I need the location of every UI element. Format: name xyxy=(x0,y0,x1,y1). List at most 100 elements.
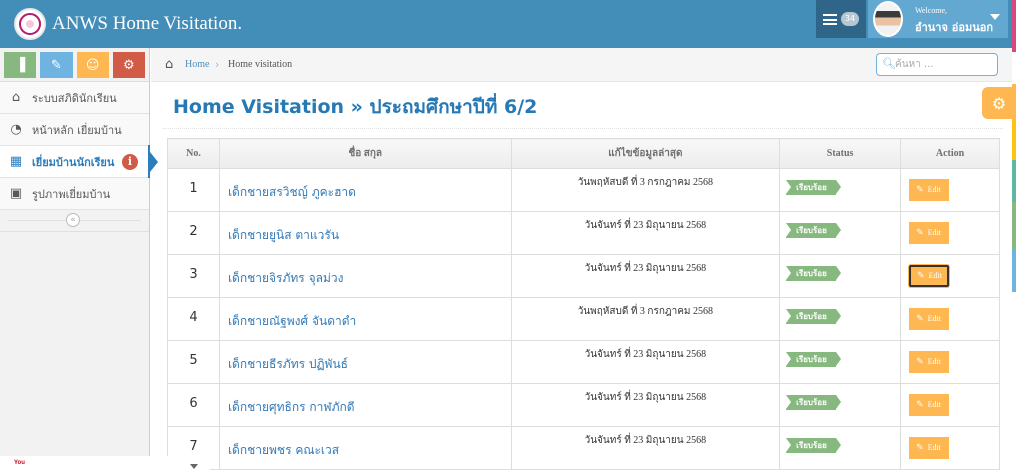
table-row: 1 เด็กชายสรวิชญ์ ภูคะฮาด วันพฤหัสบดี ที่… xyxy=(167,168,1000,212)
sidebar-item-student-system[interactable]: ⌂ ระบบสภิดินักเรียน xyxy=(0,82,149,114)
student-name-link[interactable]: เด็กชายยูนิส ตาแวรัน xyxy=(218,211,512,255)
last-updated: วันจันทร์ ที่ 23 มิถุนายน 2568 xyxy=(510,254,781,298)
status-badge: เรียบร้อย xyxy=(786,266,841,281)
edit-label: Edit xyxy=(928,271,942,280)
edit-button[interactable]: ✎ Edit xyxy=(909,350,950,373)
student-name-link[interactable]: เด็กชายสรวิชญ์ ภูคะฮาด xyxy=(218,168,512,212)
brand-title: ANWS Home Visitation. xyxy=(52,13,243,34)
edit-button[interactable]: ✎ Edit xyxy=(909,178,950,201)
gear-icon: ⚙ xyxy=(991,93,1007,113)
breadcrumb: ⌂ Home › Home visitation 🔍︎ xyxy=(151,48,1012,82)
last-updated: วันจันทร์ ที่ 23 มิถุนายน 2568 xyxy=(510,340,781,384)
student-name-link[interactable]: เด็กชายศุทธิกร กาฬภักดี xyxy=(218,383,512,427)
brand[interactable]: ANWS Home Visitation. xyxy=(14,8,242,40)
page-header-divider xyxy=(163,128,1003,129)
breadcrumb-current: Home visitation xyxy=(228,59,293,70)
edit-button[interactable]: ✎ Edit xyxy=(909,393,950,416)
shortcut-stats-button[interactable]: ▐ xyxy=(4,52,37,78)
student-name-link[interactable]: เด็กชายจิรภัทร จุลม่วง xyxy=(218,254,512,298)
row-number: 5 xyxy=(167,340,220,384)
pencil-icon: ✎ xyxy=(916,184,924,194)
search-icon: 🔍︎ xyxy=(882,57,896,70)
table-row: 2 เด็กชายยูนิส ตาแวรัน วันจันทร์ ที่ 23 … xyxy=(167,211,1000,255)
pencil-icon: ✎ xyxy=(916,442,924,452)
student-name-link[interactable]: เด็กชายณัฐพงศ์ จันดาดำ xyxy=(218,297,512,341)
sidebar-shortcuts: ▐ ✎ ☺ ⚙ xyxy=(0,48,149,82)
sidebar-item-label: หน้าหลัก เยี่ยมบ้าน xyxy=(32,123,122,137)
column-header-name[interactable]: ชื่อ สกุล xyxy=(218,138,512,169)
sidebar-item-photos[interactable]: ▣ รูปภาพเยี่ยมบ้าน xyxy=(0,178,149,210)
sidebar-item-home-visit[interactable]: ▦ เยี่ยมบ้านนักเรียน i xyxy=(0,145,158,178)
row-number: 2 xyxy=(167,211,220,255)
edit-label: Edit xyxy=(927,443,941,452)
info-badge-icon: i xyxy=(122,154,138,170)
edge-strip xyxy=(1012,118,1016,160)
column-header-action[interactable]: Action xyxy=(900,138,1000,169)
last-updated: วันพฤหัสบดี ที่ 3 กรกฎาคม 2568 xyxy=(510,297,781,341)
calendar-icon: ▦ xyxy=(9,154,23,169)
page-title: Home Visitation » ประถมศึกษาปีที่ 6/2 xyxy=(173,96,538,118)
sidebar-item-label: เยี่ยมบ้านนักเรียน xyxy=(32,155,115,169)
table-row: 7 เด็กชายพชร คณะเวส วันจันทร์ ที่ 23 มิถ… xyxy=(167,426,1000,470)
student-name-link[interactable]: เด็กชายพชร คณะเวส xyxy=(218,426,512,470)
column-header-updated[interactable]: แก้ไขข้อมูลล่าสุด xyxy=(510,138,781,169)
edit-button[interactable]: ✎ Edit xyxy=(909,221,950,244)
table-row: 6 เด็กชายศุทธิกร กาฬภักดี วันจันทร์ ที่ … xyxy=(167,383,1000,427)
edit-button[interactable]: ✎ Edit xyxy=(909,307,950,330)
last-updated: วันจันทร์ ที่ 23 มิถุนายน 2568 xyxy=(510,211,781,255)
column-header-no[interactable]: No. xyxy=(167,138,220,169)
pencil-icon: ✎ xyxy=(916,313,924,323)
shortcut-users-button[interactable]: ☺ xyxy=(76,52,109,78)
table-row: 3 เด็กชายจิรภัทร จุลม่วง วันจันทร์ ที่ 2… xyxy=(167,254,1000,298)
pencil-icon: ✎ xyxy=(917,270,925,280)
edit-button[interactable]: ✎ Edit xyxy=(909,264,950,287)
collapse-sidebar-icon[interactable]: « xyxy=(66,213,80,227)
status-badge: เรียบร้อย xyxy=(786,223,841,238)
table-row: 4 เด็กชายณัฐพงศ์ จันดาดำ วันพฤหัสบดี ที่… xyxy=(167,297,1000,341)
sidebar-item-dashboard[interactable]: ◔ หน้าหลัก เยี่ยมบ้าน xyxy=(0,114,149,146)
home-visit-table: No. ชื่อ สกุล แก้ไขข้อมูลล่าสุด Status A… xyxy=(167,138,1000,470)
shortcut-edit-button[interactable]: ✎ xyxy=(40,52,73,78)
student-name-link[interactable]: เด็กชายธีรภัทร ปฏิพันธ์ xyxy=(218,340,512,384)
caret-down-icon[interactable] xyxy=(190,464,198,469)
active-arrow-icon xyxy=(150,152,158,172)
home-icon: ⌂ xyxy=(165,57,174,72)
breadcrumb-separator-icon: › xyxy=(215,58,220,71)
column-header-status[interactable]: Status xyxy=(779,138,902,169)
search-box[interactable]: 🔍︎ xyxy=(876,53,998,76)
caret-down-icon xyxy=(990,14,1000,20)
row-number: 6 xyxy=(167,383,220,427)
row-number: 4 xyxy=(167,297,220,341)
sidebar-item-label: ระบบสภิดินักเรียน xyxy=(32,91,117,105)
sidebar-collapse-row: « xyxy=(0,210,149,232)
search-input[interactable] xyxy=(895,56,991,73)
user-menu[interactable]: Welcome, อำนาจ อ่อมนอก xyxy=(868,0,1008,38)
row-number: 1 xyxy=(167,168,220,212)
ace-settings-button[interactable]: ⚙ xyxy=(982,87,1016,119)
status-badge: เรียบร้อย xyxy=(786,309,841,324)
edit-label: Edit xyxy=(927,314,941,323)
shortcut-settings-button[interactable]: ⚙ xyxy=(112,52,145,78)
messages-button[interactable]: 34 xyxy=(816,0,866,38)
school-logo-icon xyxy=(14,8,46,40)
status-badge: เรียบร้อย xyxy=(786,395,841,410)
edge-strip xyxy=(1012,250,1016,292)
pencil-icon: ✎ xyxy=(916,227,924,237)
edit-label: Edit xyxy=(927,357,941,366)
edit-button[interactable]: ✎ Edit xyxy=(909,436,950,459)
pencil-icon: ✎ xyxy=(916,399,924,409)
breadcrumb-home-link[interactable]: Home xyxy=(185,59,209,70)
table-header-row: No. ชื่อ สกุล แก้ไขข้อมูลล่าสุด Status A… xyxy=(167,138,1000,169)
last-updated: วันจันทร์ ที่ 23 มิถุนายน 2568 xyxy=(510,426,781,470)
edit-label: Edit xyxy=(927,400,941,409)
youtube-logo[interactable]: You xyxy=(14,460,25,466)
cogs-icon: ⚙ xyxy=(123,57,135,73)
home-icon: ⌂ xyxy=(11,90,21,105)
users-icon: ☺ xyxy=(85,57,100,73)
last-updated: วันพฤหัสบดี ที่ 3 กรกฎาคม 2568 xyxy=(510,168,781,212)
status-badge: เรียบร้อย xyxy=(786,438,841,453)
edit-label: Edit xyxy=(927,228,941,237)
sidebar: ▐ ✎ ☺ ⚙ ⌂ ระบบสภิดินักเรียน ◔ หน้าหลัก เ… xyxy=(0,48,158,456)
welcome-text: Welcome, xyxy=(915,6,948,15)
edge-strip xyxy=(1012,0,1016,52)
